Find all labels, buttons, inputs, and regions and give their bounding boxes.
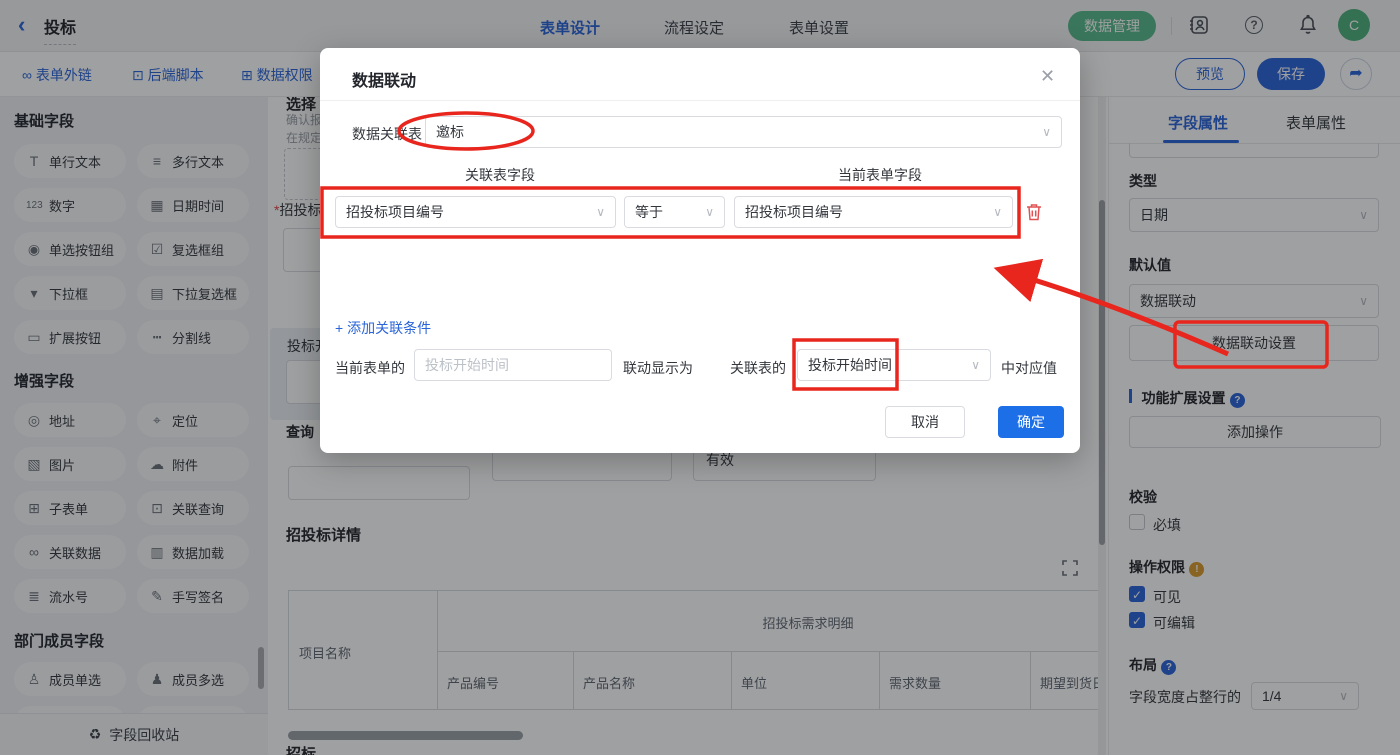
display-field-input[interactable] [414, 349, 612, 381]
relation-table-label: 数据关联表 [352, 124, 422, 144]
display-as-label: 联动显示为 [623, 358, 693, 378]
suffix-label: 中对应值 [1001, 358, 1057, 378]
condition-right-select[interactable]: 招投标项目编号∨ [734, 196, 1013, 228]
chevron-down-icon: ∨ [705, 205, 714, 219]
chevron-down-icon: ∨ [971, 358, 980, 372]
chevron-down-icon: ∨ [1042, 125, 1051, 139]
add-condition-link[interactable]: + 添加关联条件 [335, 318, 431, 338]
related-table-label: 关联表的 [730, 358, 786, 378]
display-field-input-wrap [414, 349, 612, 381]
app-root: ‹ 投标 表单设计 流程设定 表单设置 数据管理 ? C ∞ 表单外链 ⊡ 后端… [0, 0, 1400, 755]
trash-icon[interactable] [1026, 203, 1042, 226]
related-field-select[interactable]: 投标开始时间∨ [797, 349, 991, 381]
modal-title: 数据联动 [352, 67, 416, 91]
close-icon[interactable]: ✕ [1040, 66, 1055, 87]
relation-table-select[interactable]: 邀标∨ [425, 116, 1062, 148]
modal-header-divider [320, 100, 1080, 101]
chevron-down-icon: ∨ [596, 205, 605, 219]
plus-icon: + [335, 320, 343, 336]
column-header-left: 关联表字段 [430, 165, 570, 185]
confirm-button[interactable]: 确定 [998, 406, 1064, 438]
condition-operator-select[interactable]: 等于∨ [624, 196, 725, 228]
chevron-down-icon: ∨ [993, 205, 1002, 219]
current-form-label: 当前表单的 [335, 358, 405, 378]
data-linkage-modal: 数据联动 ✕ 数据关联表 邀标∨ 关联表字段 当前表单字段 招投标项目编号∨ 等… [320, 48, 1080, 453]
column-header-right: 当前表单字段 [810, 165, 950, 185]
condition-left-select[interactable]: 招投标项目编号∨ [335, 196, 616, 228]
cancel-button[interactable]: 取消 [885, 406, 965, 438]
